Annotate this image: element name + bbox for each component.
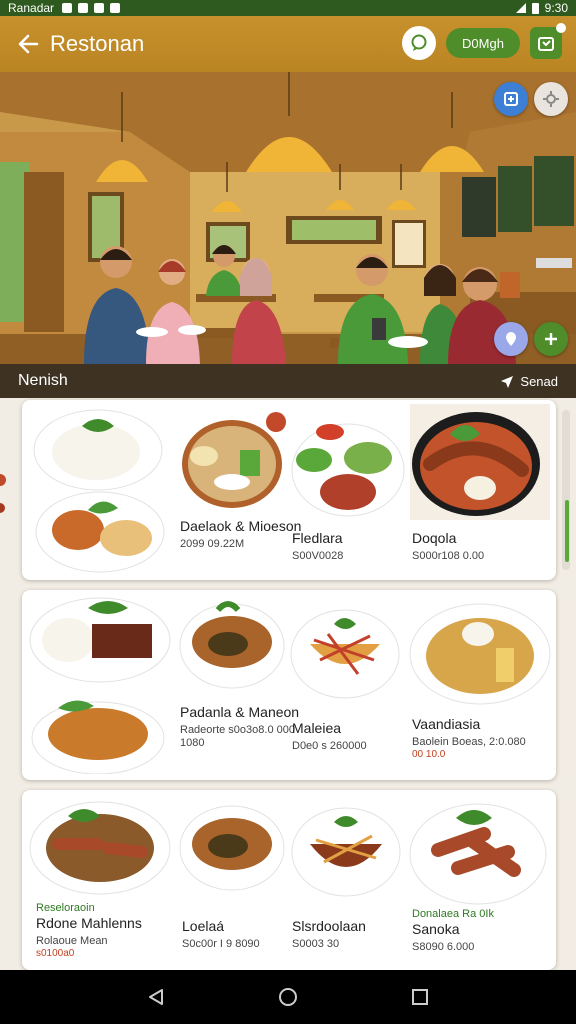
clock: 9:30: [544, 1, 568, 15]
chat-icon: [411, 34, 427, 51]
home-circle-icon: [279, 988, 297, 1006]
dish-price: S0c00r I 9 8090: [182, 938, 260, 950]
dish-image-roll[interactable]: [178, 798, 286, 899]
dish-name: Doqola: [412, 530, 457, 546]
notification-icon: [62, 3, 73, 13]
dish-name: Padanla & Maneon: [180, 704, 300, 720]
back-arrow-icon[interactable]: [12, 28, 44, 60]
system-nav-bar: [0, 970, 576, 1024]
dish-image-sausage-soup[interactable]: [410, 404, 550, 525]
dish-image-rice[interactable]: [30, 406, 170, 579]
dish-image-sausage-beans[interactable]: [28, 796, 174, 901]
dish-image-condiments[interactable]: [290, 408, 406, 525]
back-triangle-icon: [149, 989, 163, 1005]
nav-back-button[interactable]: [136, 977, 176, 1017]
plus-icon: [545, 333, 557, 345]
notification-icon: [78, 3, 89, 13]
dish-image-beef-rice[interactable]: [28, 594, 174, 779]
recents-square-icon: [412, 989, 428, 1005]
menu-card[interactable]: Daelaok & Mioeson 2099 09.22M Fledlara S…: [22, 400, 556, 580]
hero-add-button[interactable]: [534, 322, 568, 356]
send-button[interactable]: Senad: [500, 374, 558, 389]
dish-image-noodle-bowl[interactable]: [290, 804, 402, 905]
dish-name: Rdone Mahlenns: [36, 915, 142, 931]
send-label: Senad: [520, 373, 558, 389]
dish-image-grilled-sausage[interactable]: [408, 798, 550, 913]
dish-name: Sanoka: [412, 921, 460, 937]
cart-badge: [556, 23, 566, 33]
send-icon: [501, 376, 514, 388]
app-bar: Restonan D0Mgh: [0, 16, 576, 72]
hero-location-button[interactable]: [494, 322, 528, 356]
dish-name: Slsrdoolaan: [292, 918, 366, 934]
dish-image-roll[interactable]: [178, 596, 286, 697]
dish-note: 00 10.0: [412, 749, 446, 760]
dish-price: Baolein Boeas, 2:0.080: [412, 736, 526, 748]
dish-name: Maleiea: [292, 720, 342, 736]
nav-home-button[interactable]: [268, 977, 308, 1017]
app-screen: Ranadar 9:30 Restonan D0Mgh Nenish Senad…: [0, 0, 576, 1024]
chat-button[interactable]: [402, 26, 436, 60]
dish-price: Radeorte s0o3o8.0 000 1080: [180, 724, 295, 749]
menu-card[interactable]: Padanla & Maneon Radeorte s0o3o8.0 000 1…: [22, 590, 556, 780]
cart-button[interactable]: [530, 23, 566, 59]
dish-name: Vaandiasia: [412, 716, 481, 732]
dish-name: Daelaok & Mioeson: [180, 518, 302, 534]
dish-tag: Reseloraoin: [36, 902, 95, 914]
dish-name: Loelaá: [182, 918, 225, 934]
restaurant-hero-illustration: [0, 72, 576, 364]
dish-image-platter[interactable]: [180, 408, 290, 517]
scrollbar-thumb[interactable]: [565, 500, 569, 562]
dish-price: S000r108 0.00: [412, 550, 485, 562]
dish-price: S00V0028: [292, 550, 344, 562]
battery-icon: [531, 2, 539, 14]
section-title: Nenish: [18, 372, 68, 389]
gear-icon: [543, 91, 559, 107]
status-bar: Ranadar 9:30: [0, 0, 576, 16]
nav-recents-button[interactable]: [400, 977, 440, 1017]
pill-button[interactable]: D0Mgh: [446, 28, 520, 58]
notification-icon: [94, 3, 105, 13]
dish-name: Fledlara: [292, 530, 343, 546]
dish-image-noodles[interactable]: [408, 598, 552, 713]
dish-note: s0100a0: [36, 948, 75, 959]
dish-price: S0003 30: [292, 938, 340, 950]
signal-icon: [515, 3, 526, 13]
hero-translate-button[interactable]: [494, 82, 528, 116]
location-icon: [506, 332, 516, 346]
dish-image-noodle-salad[interactable]: [288, 604, 402, 709]
dish-price: 2099 09.22M: [180, 538, 245, 550]
carrier-label: Ranadar: [8, 1, 55, 15]
dish-tag: Donalaea Ra 0Ik: [412, 908, 494, 920]
notification-icons: [62, 3, 121, 13]
dish-price: S8090 6.000: [412, 941, 475, 953]
translate-icon: [504, 92, 518, 106]
page-title: Restonan: [50, 31, 145, 56]
hero-settings-button[interactable]: [534, 82, 568, 116]
notification-icon: [110, 3, 121, 13]
menu-section-header: Nenish Senad: [0, 364, 576, 398]
dish-price: D0e0 s 260000: [292, 740, 367, 752]
left-edge-strip: [0, 398, 14, 978]
cart-icon: [538, 37, 554, 51]
dish-price: Rolaoue Mean: [36, 935, 108, 947]
menu-card[interactable]: Reseloraoin Rdone Mahlenns Rolaoue Mean …: [22, 790, 556, 970]
